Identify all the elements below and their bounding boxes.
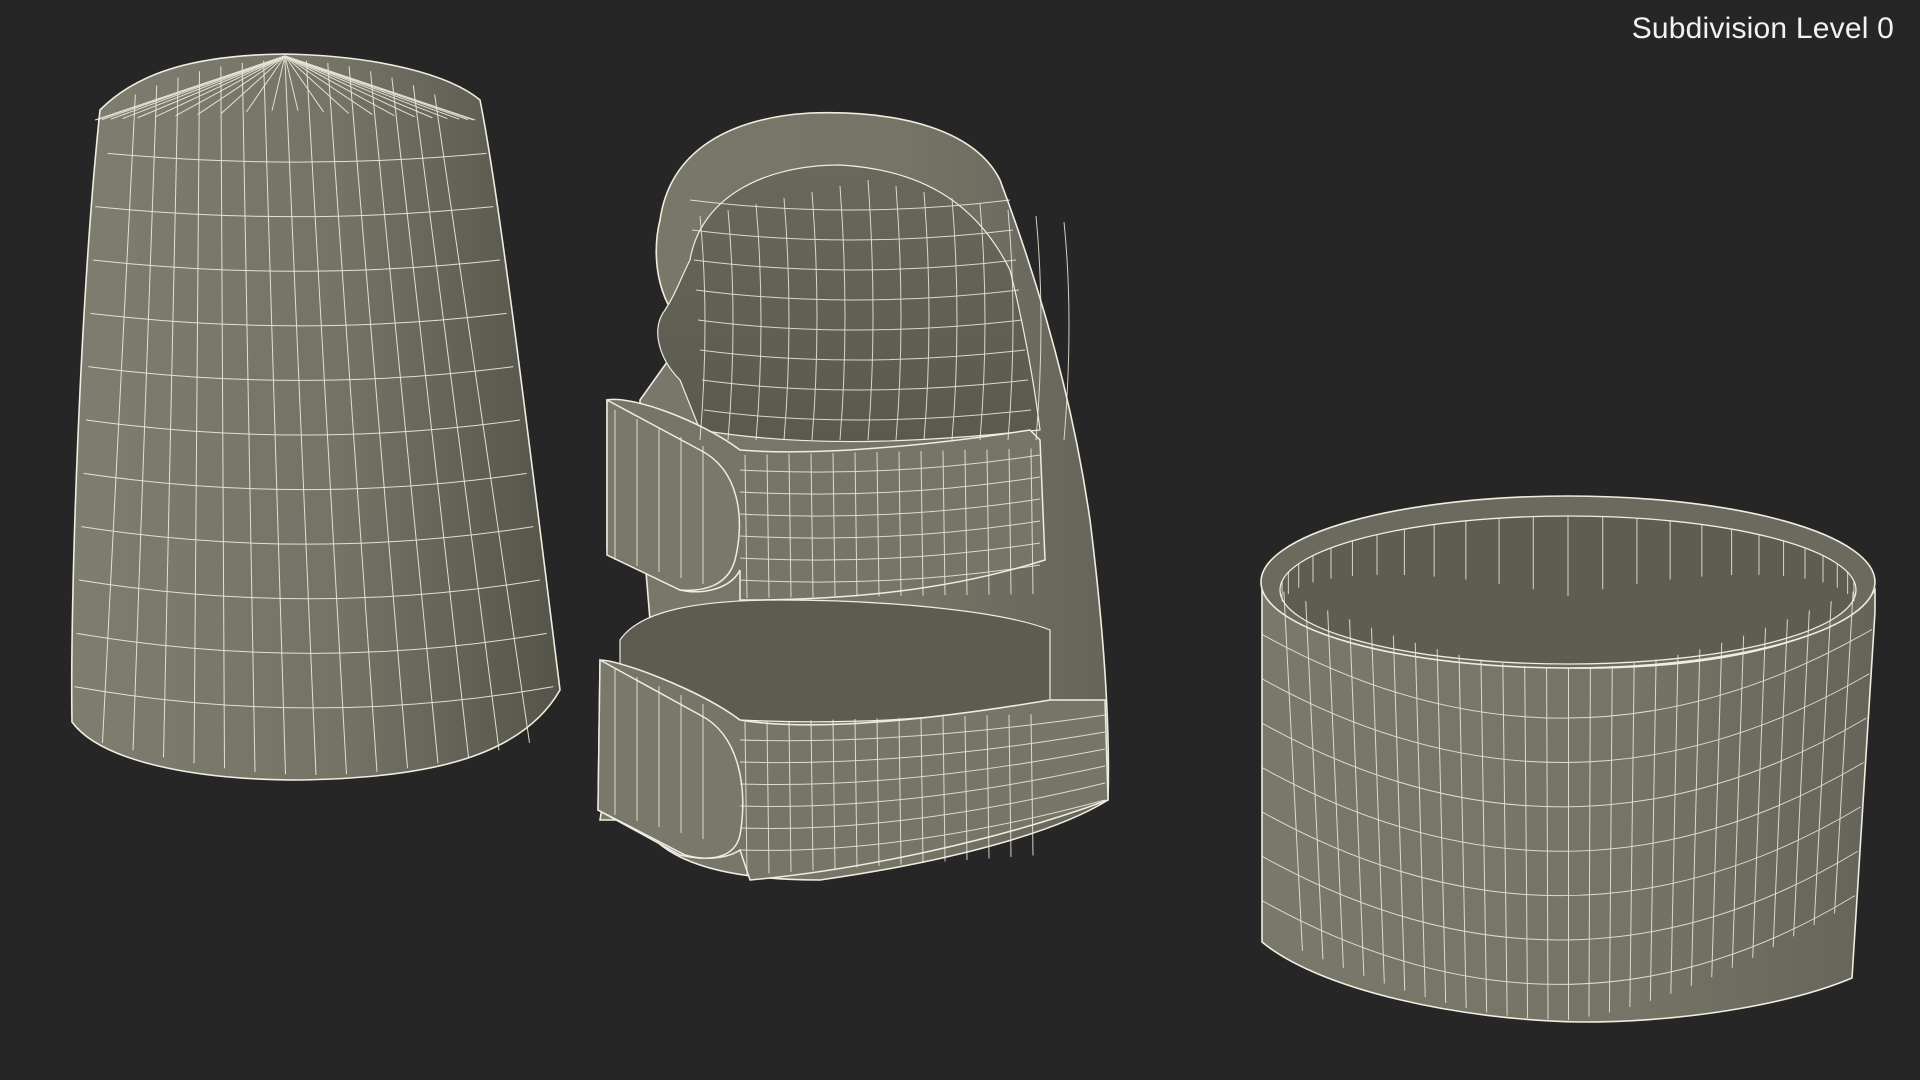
3d-viewport[interactable]: Subdivision Level 0 [0,0,1920,1080]
thimble-cap[interactable] [70,53,561,781]
ring-band[interactable] [1260,495,1876,1023]
subdivision-level-label: Subdivision Level 0 [1631,12,1894,45]
scene-canvas[interactable] [0,0,1920,1080]
finger-splint-with-straps[interactable] [597,111,1110,881]
